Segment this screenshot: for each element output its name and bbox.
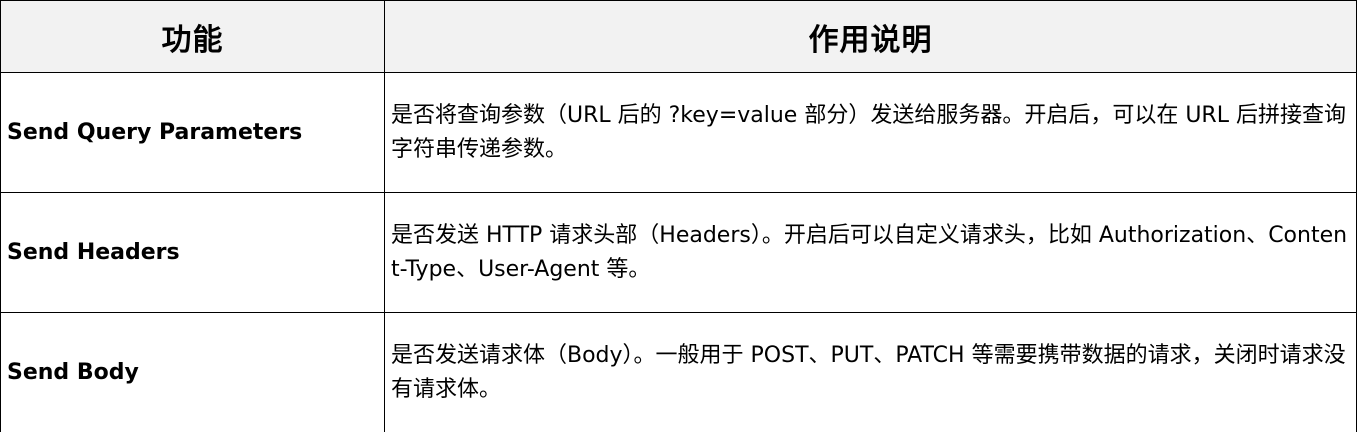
header-row: 功能 作用说明	[0, 0, 1357, 73]
header-feature: 功能	[0, 0, 385, 73]
table-header: 功能 作用说明	[0, 0, 1357, 73]
feature-cell: Send Body	[0, 312, 385, 432]
table-row: Send Headers 是否发送 HTTP 请求头部（Headers）。开启后…	[0, 192, 1357, 313]
feature-table-container: 功能 作用说明 Send Query Parameters 是否将查询参数（UR…	[0, 0, 1357, 432]
table-body: Send Query Parameters 是否将查询参数（URL 后的 ?ke…	[0, 72, 1357, 432]
feature-cell: Send Headers	[0, 192, 385, 313]
description-cell: 是否发送 HTTP 请求头部（Headers）。开启后可以自定义请求头，比如 A…	[384, 192, 1357, 313]
header-description: 作用说明	[384, 0, 1357, 73]
feature-cell: Send Query Parameters	[0, 72, 385, 193]
description-cell: 是否将查询参数（URL 后的 ?key=value 部分）发送给服务器。开启后，…	[384, 72, 1357, 193]
table-row: Send Body 是否发送请求体（Body）。一般用于 POST、PUT、PA…	[0, 312, 1357, 432]
table-row: Send Query Parameters 是否将查询参数（URL 后的 ?ke…	[0, 72, 1357, 193]
description-cell: 是否发送请求体（Body）。一般用于 POST、PUT、PATCH 等需要携带数…	[384, 312, 1357, 432]
feature-table: 功能 作用说明 Send Query Parameters 是否将查询参数（UR…	[0, 0, 1357, 432]
